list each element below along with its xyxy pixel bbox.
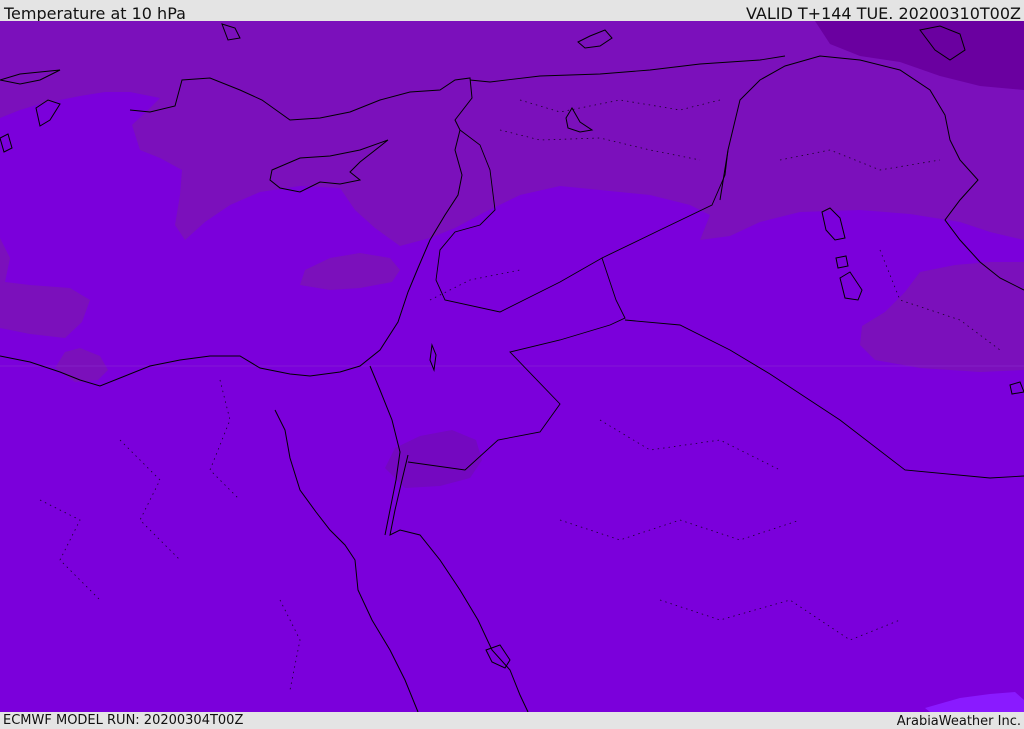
credit-label: ArabiaWeather Inc. [896, 714, 1021, 729]
map-page: Temperature at 10 hPa VALID T+144 TUE. 2… [0, 0, 1024, 729]
footer-bar: ECMWF MODEL RUN: 20200304T00Z ArabiaWeat… [0, 712, 1024, 729]
header-bar: Temperature at 10 hPa VALID T+144 TUE. 2… [0, 0, 1024, 23]
temperature-map [0, 21, 1024, 712]
model-run-label: ECMWF MODEL RUN: 20200304T00Z [3, 713, 244, 728]
map-canvas [0, 21, 1024, 712]
